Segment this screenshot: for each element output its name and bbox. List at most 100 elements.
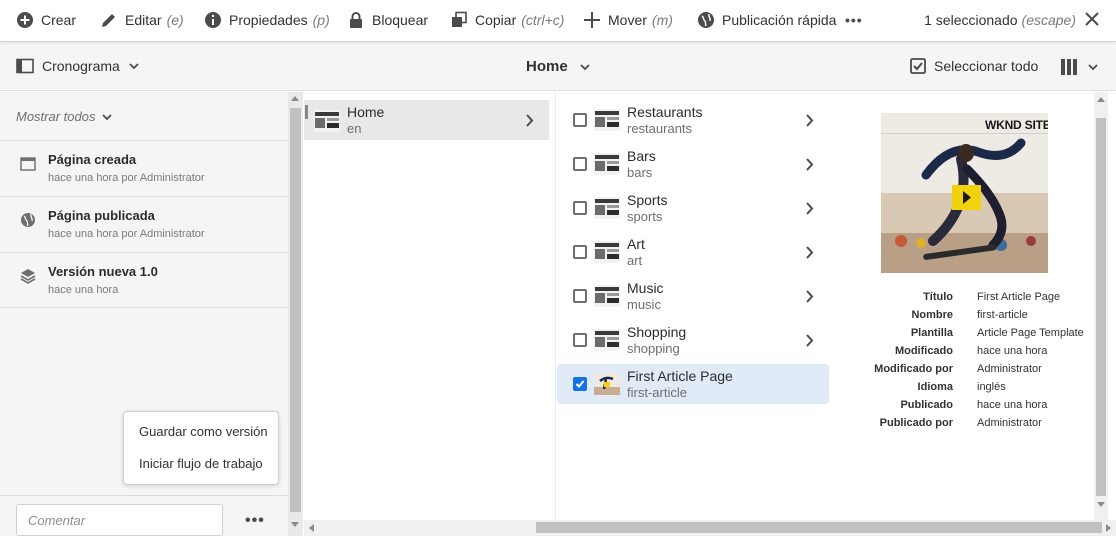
lock-button[interactable]: Bloquear: [347, 0, 428, 40]
row-checkbox[interactable]: [573, 289, 587, 303]
row-checkbox[interactable]: [573, 157, 587, 171]
column-item-title: Shopping: [627, 324, 687, 340]
preview-brand: WKND SITE: [985, 118, 1048, 132]
chevron-right-icon[interactable]: [805, 334, 814, 347]
column-item-title: Music: [627, 280, 664, 296]
copy-button[interactable]: Copiar (ctrl+c): [450, 0, 564, 40]
column-item-art[interactable]: Art art: [557, 232, 829, 272]
row-checkbox[interactable]: [573, 201, 587, 215]
properties-button[interactable]: Propiedades (p): [204, 0, 330, 40]
rail-selector[interactable]: Cronograma: [16, 58, 147, 74]
column-item-name: first-article: [627, 385, 687, 400]
article-preview-art: [881, 113, 1048, 273]
metadata-value: Article Page Template: [977, 327, 1084, 339]
globe-icon: [21, 213, 35, 227]
scroll-down-arrow-icon[interactable]: [1097, 502, 1105, 507]
metadata-label: Plantilla: [910, 327, 953, 339]
timeline-entry[interactable]: Página creada hace una hora por Administ…: [0, 140, 288, 196]
edit-button[interactable]: Editar (e): [100, 0, 184, 40]
chevron-right-icon[interactable]: [805, 158, 814, 171]
column-item-name: art: [627, 253, 643, 268]
move-label: Mover: [608, 12, 647, 28]
metadata-value: Administrator: [977, 417, 1042, 429]
column-item-name: shopping: [627, 341, 680, 356]
column-item-title: First Article Page: [627, 368, 733, 384]
quick-publish-button[interactable]: Publicación rápida: [697, 0, 836, 40]
row-checkbox[interactable]: [573, 377, 587, 391]
chevron-down-icon: [102, 113, 113, 120]
row-checkbox[interactable]: [573, 245, 587, 259]
close-icon[interactable]: [1084, 11, 1100, 27]
chevron-down-icon: [1088, 64, 1098, 71]
info-icon: [205, 12, 221, 28]
column-item-name: sports: [627, 209, 663, 224]
page-thumbnail-icon: [314, 110, 340, 132]
scroll-up-arrow-icon[interactable]: [291, 96, 299, 101]
select-all-button[interactable]: Seleccionar todo: [910, 58, 1038, 74]
row-checkbox[interactable]: [573, 333, 587, 347]
comment-input[interactable]: [16, 504, 223, 536]
breadcrumb[interactable]: Home: [526, 58, 590, 75]
more-actions-button[interactable]: •••: [845, 0, 863, 40]
column-item-shopping[interactable]: Shopping shopping: [557, 320, 829, 360]
column-item-title: Sports: [627, 192, 668, 208]
view-switcher[interactable]: [1060, 58, 1098, 76]
column-view-icon: [1061, 59, 1077, 75]
plus-circle-icon: [17, 12, 33, 28]
chevron-right-icon: [526, 114, 534, 127]
metadata-label: Modificado: [894, 345, 953, 357]
chevron-right-icon[interactable]: [805, 202, 814, 215]
column-item-home[interactable]: Home en: [304, 100, 549, 140]
timeline-entry[interactable]: Página publicada hace una hora por Admin…: [0, 196, 288, 252]
column-item-bars[interactable]: Bars bars: [557, 144, 829, 184]
move-shortcut: (m): [651, 12, 673, 28]
scroll-down-arrow-icon[interactable]: [291, 522, 299, 527]
pencil-icon: [102, 14, 115, 27]
move-button[interactable]: Mover (m): [583, 0, 673, 40]
lock-icon: [350, 12, 362, 28]
metadata-label: Idioma: [917, 381, 953, 393]
scroll-right-arrow-icon[interactable]: [1106, 524, 1111, 532]
column-item-music[interactable]: Music music: [557, 276, 829, 316]
page-preview-image: WKND SITE: [881, 113, 1048, 273]
lock-label: Bloquear: [372, 12, 429, 28]
scroll-left-arrow-icon[interactable]: [309, 524, 314, 532]
content-scrollbar-thumb[interactable]: [1096, 118, 1106, 496]
horizontal-scrollbar-thumb[interactable]: [536, 522, 1102, 533]
scroll-up-arrow-icon[interactable]: [1097, 97, 1105, 102]
rail-selector-label: Cronograma: [42, 58, 120, 74]
chevron-right-icon[interactable]: [805, 290, 814, 303]
page-thumbnail-icon: [594, 285, 620, 307]
column-item-restaurants[interactable]: Restaurants restaurants: [557, 100, 829, 140]
selection-shortcut: (escape): [1021, 12, 1076, 28]
save-version-menu-item[interactable]: Guardar como versión: [139, 424, 268, 439]
metadata-label: Publicado por: [879, 417, 953, 429]
start-workflow-menu-item[interactable]: Iniciar flujo de trabajo: [139, 456, 263, 471]
timeline-divider: [0, 307, 288, 308]
timeline-entry-title: Versión nueva 1.0: [48, 264, 158, 279]
column-item-first-article[interactable]: First Article Page first-article: [557, 364, 829, 404]
page-thumbnail-icon: [594, 109, 620, 131]
checkbox-checked-icon: [910, 58, 926, 74]
metadata-value: First Article Page: [977, 291, 1061, 303]
comment-divider: [0, 495, 288, 496]
column-item-name: bars: [627, 165, 653, 180]
chevron-down-icon: [129, 63, 139, 70]
action-bar: Crear Editar (e) Propiedades (p) Bloquear …: [0, 0, 1116, 42]
create-button[interactable]: Crear: [16, 0, 76, 40]
metadata-value: hace una hora: [977, 399, 1048, 411]
timeline-more-button[interactable]: •••: [245, 512, 265, 530]
chevron-right-icon[interactable]: [805, 114, 814, 127]
copy-label: Copiar: [475, 12, 517, 28]
rail-panel-icon: [16, 58, 34, 74]
row-checkbox[interactable]: [573, 113, 587, 127]
column-item-title: Home: [347, 104, 385, 120]
timeline-filter[interactable]: Mostrar todos: [16, 109, 113, 124]
rail-scrollbar-thumb[interactable]: [290, 108, 301, 512]
breadcrumb-label: Home: [526, 58, 568, 75]
timeline-entry[interactable]: Versión nueva 1.0 hace una hora: [0, 252, 288, 308]
column-item-sports[interactable]: Sports sports: [557, 188, 829, 228]
chevron-down-icon: [580, 63, 590, 70]
chevron-right-icon[interactable]: [805, 246, 814, 259]
quick-publish-label: Publicación rápida: [722, 12, 837, 28]
